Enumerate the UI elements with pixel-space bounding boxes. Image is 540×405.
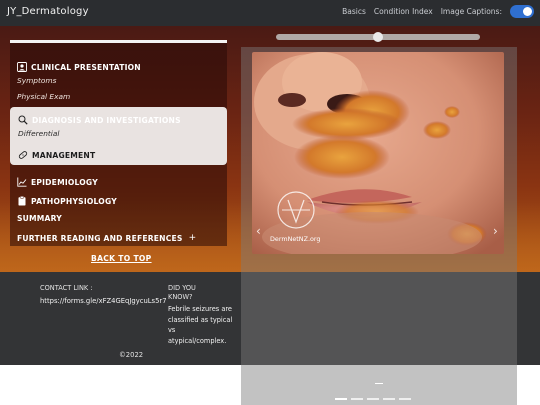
chart-line-icon bbox=[17, 177, 27, 187]
submenu-physical-exam[interactable]: Physical Exam bbox=[17, 92, 234, 101]
image-captions-label: Image Captions: bbox=[440, 7, 502, 16]
menu-management-label: MANAGEMENT bbox=[32, 150, 96, 160]
toggle-knob bbox=[523, 7, 532, 16]
menu-pathophysiology-label: PATHOPHYSIOLOGY bbox=[31, 196, 117, 206]
menu-clinical-label: CLINICAL PRESENTATION bbox=[31, 62, 141, 72]
menu-management[interactable]: MANAGEMENT bbox=[18, 150, 235, 160]
top-navbar: JY_Dermatology Basics Condition Index Im… bbox=[0, 0, 540, 26]
search-icon bbox=[18, 115, 28, 125]
nav-basics-link[interactable]: Basics bbox=[342, 7, 366, 16]
did-you-know-heading: DID YOU KNOW? bbox=[168, 284, 196, 301]
clipboard-icon bbox=[17, 196, 27, 206]
carousel-indicator[interactable] bbox=[335, 398, 347, 400]
back-to-top-link[interactable]: BACK TO TOP bbox=[91, 254, 152, 263]
menu-pathophysiology[interactable]: PATHOPHYSIOLOGY bbox=[17, 196, 234, 206]
nav-condition-index-link[interactable]: Condition Index bbox=[374, 7, 433, 16]
copyright-text: ©2022 bbox=[119, 351, 144, 359]
menu-summary-label: SUMMARY bbox=[17, 214, 62, 223]
carousel-indicator[interactable] bbox=[367, 398, 379, 400]
menu-summary[interactable]: SUMMARY bbox=[17, 214, 234, 223]
brand-title[interactable]: JY_Dermatology bbox=[7, 6, 89, 17]
menu-further-label: FURTHER READING AND REFERENCES bbox=[17, 233, 183, 243]
previous-image-button[interactable]: ‹ bbox=[256, 224, 261, 238]
carousel-indicators bbox=[335, 398, 411, 400]
carousel-indicator[interactable] bbox=[351, 398, 363, 400]
next-image-button[interactable]: › bbox=[493, 224, 498, 238]
person-icon bbox=[17, 62, 27, 72]
menu-clinical-presentation[interactable]: CLINICAL PRESENTATION Symptoms Physical … bbox=[17, 62, 234, 101]
image-slider-handle[interactable] bbox=[373, 32, 383, 42]
photo-watermark: DermNetNZ.org bbox=[270, 235, 321, 243]
contact-link-label: CONTACT LINK : bbox=[40, 284, 93, 292]
nav-links: Basics Condition Index Image Captions: bbox=[342, 5, 534, 18]
menu-diagnosis-label: DIAGNOSIS AND INVESTIGATIONS bbox=[32, 115, 181, 125]
submenu-differential[interactable]: Differential bbox=[18, 129, 235, 138]
bandage-icon bbox=[18, 150, 28, 160]
clinical-photo bbox=[252, 52, 504, 254]
menu-epidemiology[interactable]: EPIDEMIOLOGY bbox=[17, 177, 234, 187]
did-you-know-fact: Febrile seizures are classified as typic… bbox=[168, 305, 233, 345]
carousel-indicator[interactable] bbox=[383, 398, 395, 400]
menu-epidemiology-label: EPIDEMIOLOGY bbox=[31, 177, 98, 187]
caption-separator bbox=[375, 383, 383, 384]
menu-further-reading[interactable]: FURTHER READING AND REFERENCES + bbox=[17, 233, 234, 243]
contact-link-url[interactable]: https://forms.gle/xFZ4GEqJgycuLs5r7 bbox=[40, 297, 167, 305]
submenu-symptoms[interactable]: Symptoms bbox=[17, 76, 234, 85]
carousel-indicator[interactable] bbox=[399, 398, 411, 400]
image-captions-toggle[interactable] bbox=[510, 5, 534, 18]
menu-diagnosis-investigations[interactable]: DIAGNOSIS AND INVESTIGATIONS Differentia… bbox=[18, 115, 235, 138]
expand-plus-icon[interactable]: + bbox=[189, 233, 197, 243]
